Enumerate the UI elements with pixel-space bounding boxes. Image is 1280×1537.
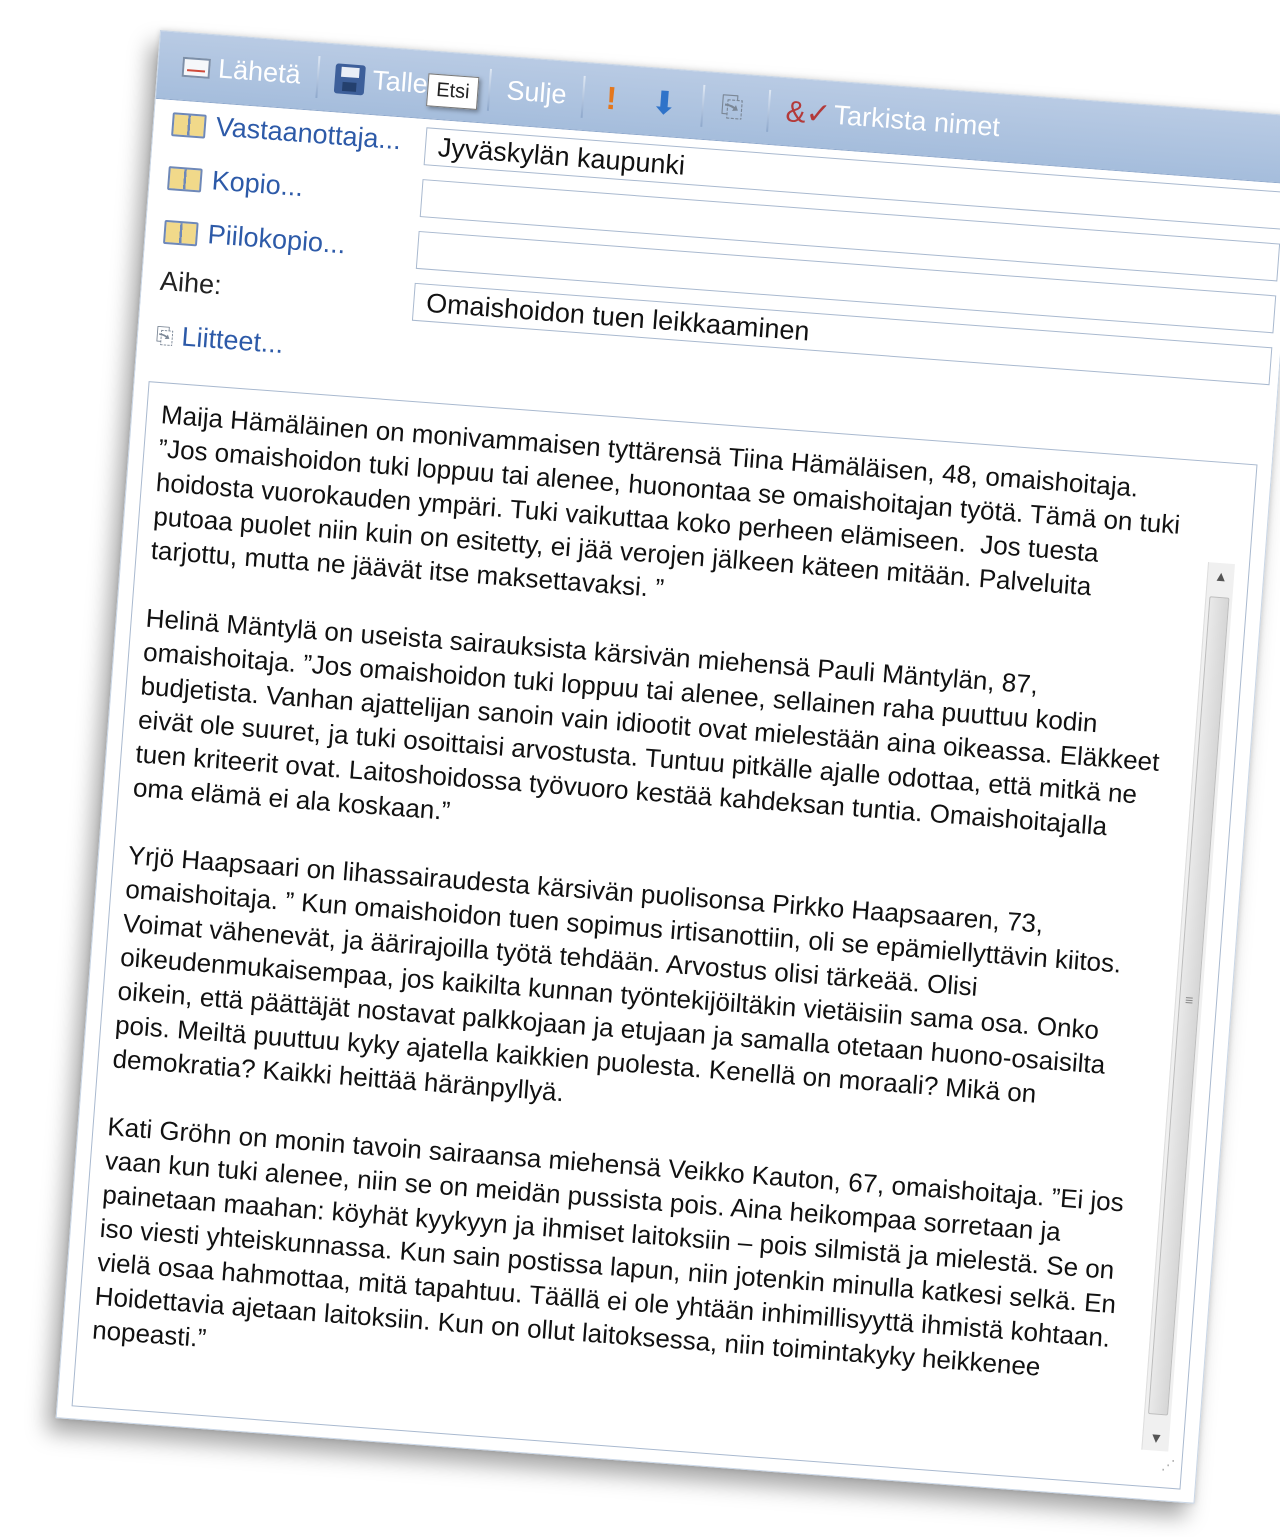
body-paragraph: Kati Gröhn on monin tavoin sairaansa mie… — [91, 1111, 1133, 1383]
attachments-label: Liitteet... — [180, 321, 285, 360]
bcc-label: Piilokopio... — [206, 219, 347, 260]
to-button[interactable]: Vastaanottaja... — [171, 108, 402, 156]
check-names-button[interactable]: &✓ Tarkista nimet — [774, 87, 1012, 152]
mail-icon — [181, 56, 212, 79]
importance-high-button[interactable]: ! — [589, 73, 642, 125]
paperclip-icon: ⎘ — [155, 322, 175, 349]
body-paragraph: Helinä Mäntylä on useista sairauksista k… — [132, 602, 1168, 842]
check-names-icon: &✓ — [784, 95, 833, 132]
close-button[interactable]: Sulje — [495, 66, 578, 120]
check-names-label: Tarkista nimet — [832, 99, 1001, 143]
address-book-icon — [171, 111, 207, 139]
cc-button[interactable]: Kopio... — [167, 162, 305, 203]
close-label: Sulje — [505, 75, 568, 110]
address-book-icon — [163, 219, 199, 246]
toolbar-separator — [766, 89, 772, 132]
send-button[interactable]: Lähetä — [171, 42, 313, 100]
toolbar-separator — [580, 75, 587, 118]
attach-button[interactable]: ⎘ — [708, 82, 763, 134]
save-icon — [333, 62, 366, 95]
address-book-icon — [167, 165, 203, 193]
cc-label: Kopio... — [210, 165, 305, 203]
send-label: Lähetä — [217, 53, 302, 90]
importance-low-button[interactable]: ⬇ — [638, 77, 697, 129]
screenshot-stage: Lähetä Tallenna Sulje ! ⬇ ⎘ &✓ Tarkista … — [0, 0, 1280, 1537]
bcc-button[interactable]: Piilokopio... — [163, 216, 347, 261]
toolbar-separator — [314, 55, 321, 98]
resize-grip-icon[interactable]: ⋰ — [1160, 1447, 1177, 1482]
grip-icon: ≡ — [1184, 991, 1194, 1009]
toolbar-separator — [700, 84, 706, 127]
subject-label: Aihe: — [159, 265, 223, 301]
body-paragraph: Yrjö Haapsaari on lihassairaudesta kärsi… — [111, 839, 1130, 1110]
importance-low-icon: ⬇ — [649, 83, 679, 122]
message-body[interactable]: Maija Hämäläinen on monivammaisen tyttär… — [71, 381, 1258, 1490]
attachments-button[interactable]: ⎘ Liitteet... — [155, 320, 285, 360]
find-tooltip: Etsi — [426, 73, 480, 111]
toolbar-separator — [487, 68, 493, 111]
mail-compose-window: Lähetä Tallenna Sulje ! ⬇ ⎘ &✓ Tarkista … — [55, 30, 1280, 1504]
to-label: Vastaanottaja... — [214, 111, 403, 156]
importance-high-icon: ! — [604, 79, 619, 117]
scroll-up-arrow-icon[interactable]: ▲ — [1207, 562, 1235, 590]
attach-icon: ⎘ — [719, 90, 745, 123]
